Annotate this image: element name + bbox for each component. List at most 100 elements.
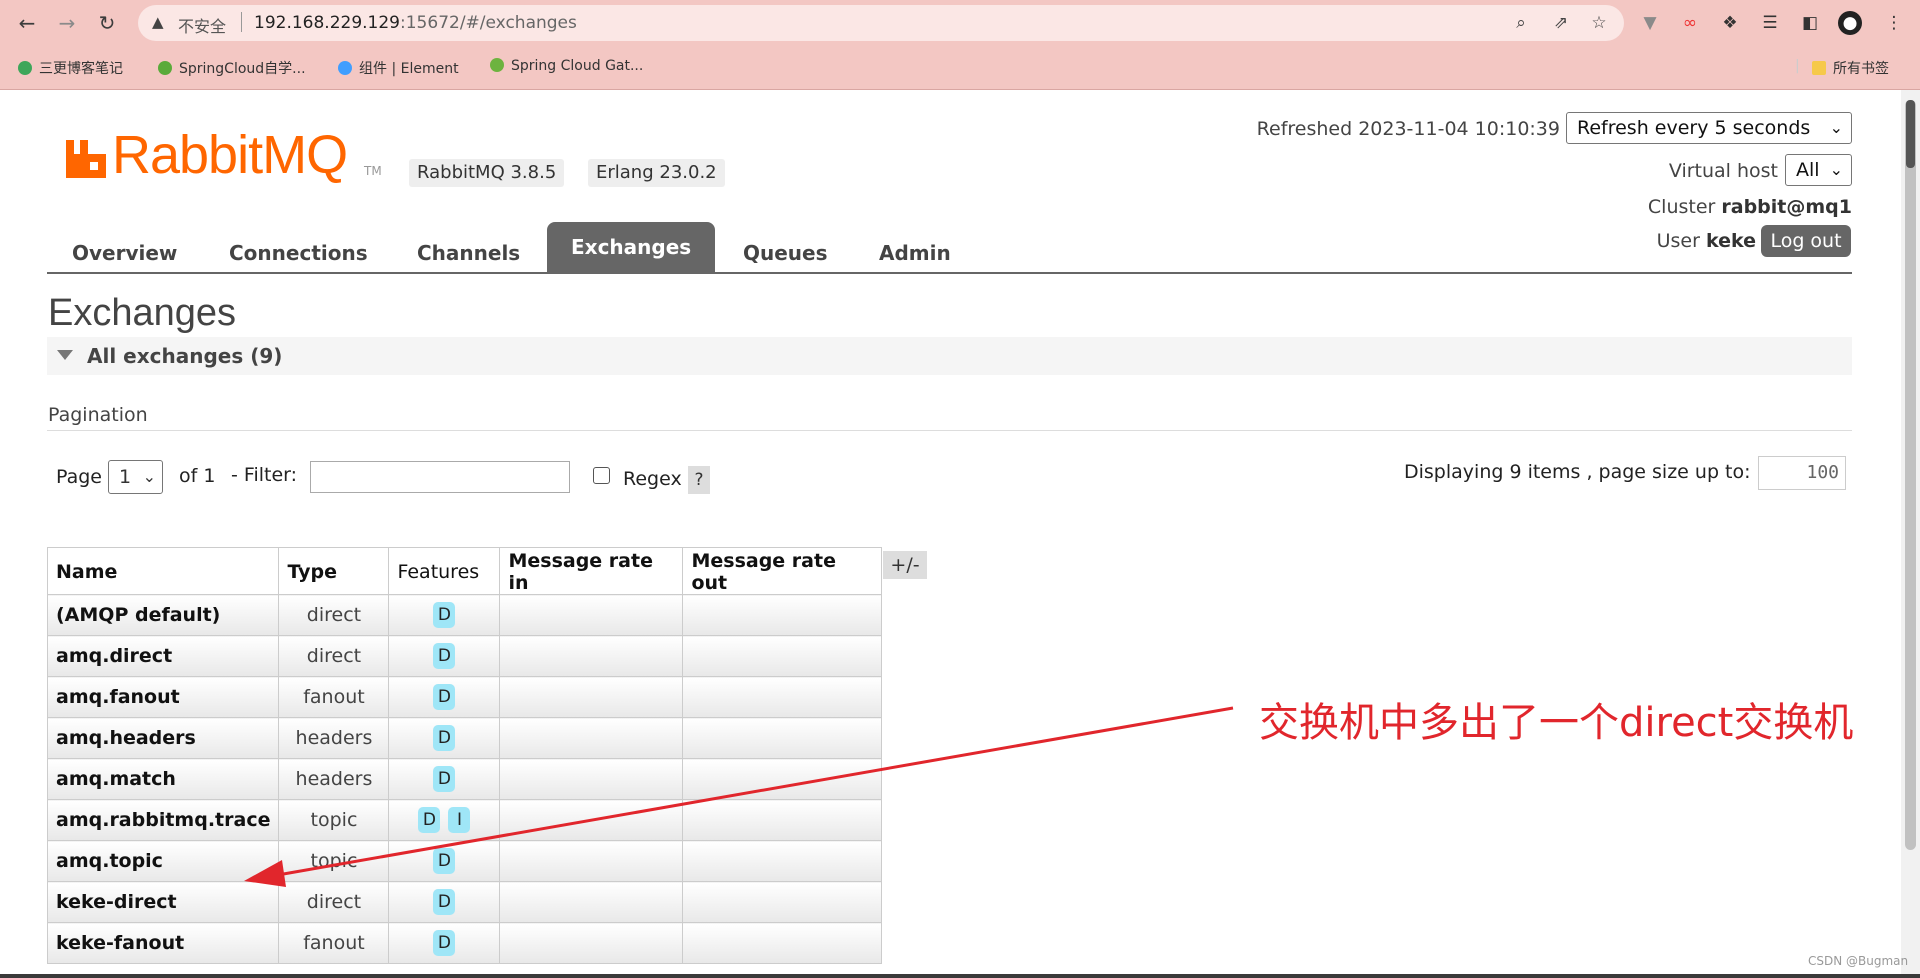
url-text[interactable]: 192.168.229.129:15672/#/exchanges (254, 13, 577, 33)
url-path: :15672/#/exchanges (400, 13, 577, 33)
rabbit-logo-icon (66, 140, 106, 178)
chevron-down-icon: ⌄ (142, 467, 156, 486)
durable-badge: D (433, 725, 456, 751)
exchange-features: D (388, 717, 501, 759)
side-panel-icon[interactable]: ◧ (1798, 11, 1822, 35)
exchange-name-link[interactable]: amq.direct (46, 635, 280, 677)
table-row: amq.match headers D (46, 758, 883, 800)
main-nav-tabs: Overview Connections Channels Exchanges … (47, 222, 1852, 274)
table-row: amq.fanout fanout D (46, 676, 883, 718)
star-icon[interactable]: ☆ (1588, 12, 1610, 34)
internal-badge: I (448, 807, 471, 833)
durable-badge: D (433, 766, 456, 792)
back-arrow-icon[interactable]: ← (14, 10, 40, 36)
exchanges-table: Name Type Features Message rate in Messa… (46, 547, 883, 964)
extensions-puzzle-icon[interactable]: ❖ (1718, 11, 1742, 35)
refresh-interval-value: Refresh every 5 seconds (1577, 117, 1811, 139)
tab-connections[interactable]: Connections (229, 234, 368, 272)
vhost-select[interactable]: All ⌄ (1785, 154, 1852, 186)
browser-toolbar: ← → ↻ ▲ 不安全 192.168.229.129:15672/#/exch… (0, 0, 1920, 45)
exchange-name-link[interactable]: amq.rabbitmq.trace (46, 799, 280, 841)
durable-badge: D (433, 848, 456, 874)
column-header-rate-in: Message rate in (499, 547, 684, 595)
address-bar[interactable]: ▲ 不安全 192.168.229.129:15672/#/exchanges … (138, 5, 1624, 41)
bookmark-item[interactable]: Spring Cloud Gat... (490, 58, 643, 74)
rate-out-cell (682, 758, 883, 800)
exchange-features: D (388, 594, 501, 636)
security-label: 不安全 (178, 17, 227, 36)
infinity-extension-icon[interactable]: ∞ (1678, 11, 1702, 35)
exchange-features: D (388, 840, 501, 882)
refresh-interval-select[interactable]: Refresh every 5 seconds ⌄ (1566, 112, 1852, 144)
section-label: All exchanges (9) (87, 344, 283, 368)
folder-icon (1812, 61, 1826, 75)
profile-avatar-icon[interactable]: ● (1838, 11, 1862, 35)
share-icon[interactable]: ⇗ (1550, 12, 1572, 34)
tab-admin[interactable]: Admin (879, 234, 951, 272)
all-bookmarks[interactable]: 所有书签 (1812, 58, 1889, 78)
scrollbar-thumb[interactable] (1905, 100, 1916, 850)
exchange-name-link[interactable]: amq.topic (46, 840, 280, 882)
logo-text: RabbitMQ (112, 125, 348, 185)
bookmark-favicon-icon (338, 61, 352, 75)
filter-input[interactable] (310, 461, 570, 493)
rate-out-cell (682, 881, 883, 923)
omnibox-separator (241, 12, 242, 32)
page-size-input[interactable]: 100 (1758, 456, 1846, 490)
tab-queues[interactable]: Queues (743, 234, 828, 272)
bookmark-item[interactable]: SpringCloud自学... (158, 58, 306, 78)
page-select[interactable]: 1 ⌄ (108, 460, 163, 494)
cluster-value: rabbit@mq1 (1721, 196, 1852, 218)
cluster-label: Cluster (1647, 196, 1716, 218)
all-exchanges-toggle[interactable]: All exchanges (9) (47, 337, 1852, 375)
regex-checkbox[interactable] (593, 467, 610, 484)
regex-label: Regex (623, 468, 682, 490)
exchange-name-link[interactable]: keke-fanout (46, 922, 280, 964)
version-badge: RabbitMQ 3.8.5 (409, 159, 565, 187)
tab-exchanges[interactable]: Exchanges (547, 222, 716, 272)
exchange-name-link[interactable]: (AMQP default) (46, 594, 280, 636)
exchange-name-link[interactable]: amq.match (46, 758, 280, 800)
table-row: amq.headers headers D (46, 717, 883, 759)
exchange-type: headers (278, 717, 390, 759)
chevron-down-icon: ⌄ (1829, 160, 1843, 179)
exchange-features: DI (388, 799, 501, 841)
bookmark-label: 组件 | Element (359, 61, 459, 77)
table-header-row: Name Type Features Message rate in Messa… (46, 547, 883, 595)
rate-in-cell (499, 676, 684, 718)
zoom-icon[interactable]: ⌕ (1510, 12, 1532, 34)
vue-extension-icon[interactable]: ▼ (1638, 11, 1662, 35)
menu-kebab-icon[interactable]: ⋮ (1882, 11, 1906, 35)
tab-channels[interactable]: Channels (417, 234, 520, 272)
displaying-label: Displaying 9 items , page size up to: (1404, 461, 1751, 483)
exchange-type: topic (278, 840, 390, 882)
durable-badge: D (418, 807, 441, 833)
rate-in-cell (499, 881, 684, 923)
durable-badge: D (433, 930, 456, 956)
forward-arrow-icon[interactable]: → (54, 10, 80, 36)
reading-list-icon[interactable]: ☰ (1758, 11, 1782, 35)
table-row: amq.topic topic D (46, 840, 883, 882)
rate-out-cell (682, 635, 883, 677)
page-title: Exchanges (48, 292, 237, 334)
bookmark-item[interactable]: 三更博客笔记 (18, 58, 123, 78)
tab-overview[interactable]: Overview (72, 234, 177, 272)
regex-help-button[interactable]: ? (688, 466, 710, 494)
page-select-value: 1 (119, 466, 132, 488)
exchange-name-link[interactable]: amq.fanout (46, 676, 280, 718)
toggle-columns-button[interactable]: +/- (883, 551, 927, 579)
exchange-type: fanout (278, 922, 390, 964)
column-header-name[interactable]: Name (46, 547, 280, 595)
bookmark-item[interactable]: 组件 | Element (338, 58, 459, 78)
exchange-name-link[interactable]: amq.headers (46, 717, 280, 759)
bookmarks-bar: 三更博客笔记 SpringCloud自学... 组件 | Element Spr… (0, 52, 1920, 82)
exchange-features: D (388, 881, 501, 923)
column-header-rate-out: Message rate out (682, 547, 883, 595)
url-host: 192.168.229.129 (254, 13, 401, 33)
reload-icon[interactable]: ↻ (94, 10, 120, 36)
exchange-type: topic (278, 799, 390, 841)
exchange-name-link[interactable]: keke-direct (46, 881, 280, 923)
rate-out-cell (682, 717, 883, 759)
exchange-type: fanout (278, 676, 390, 718)
column-header-type[interactable]: Type (278, 547, 390, 595)
